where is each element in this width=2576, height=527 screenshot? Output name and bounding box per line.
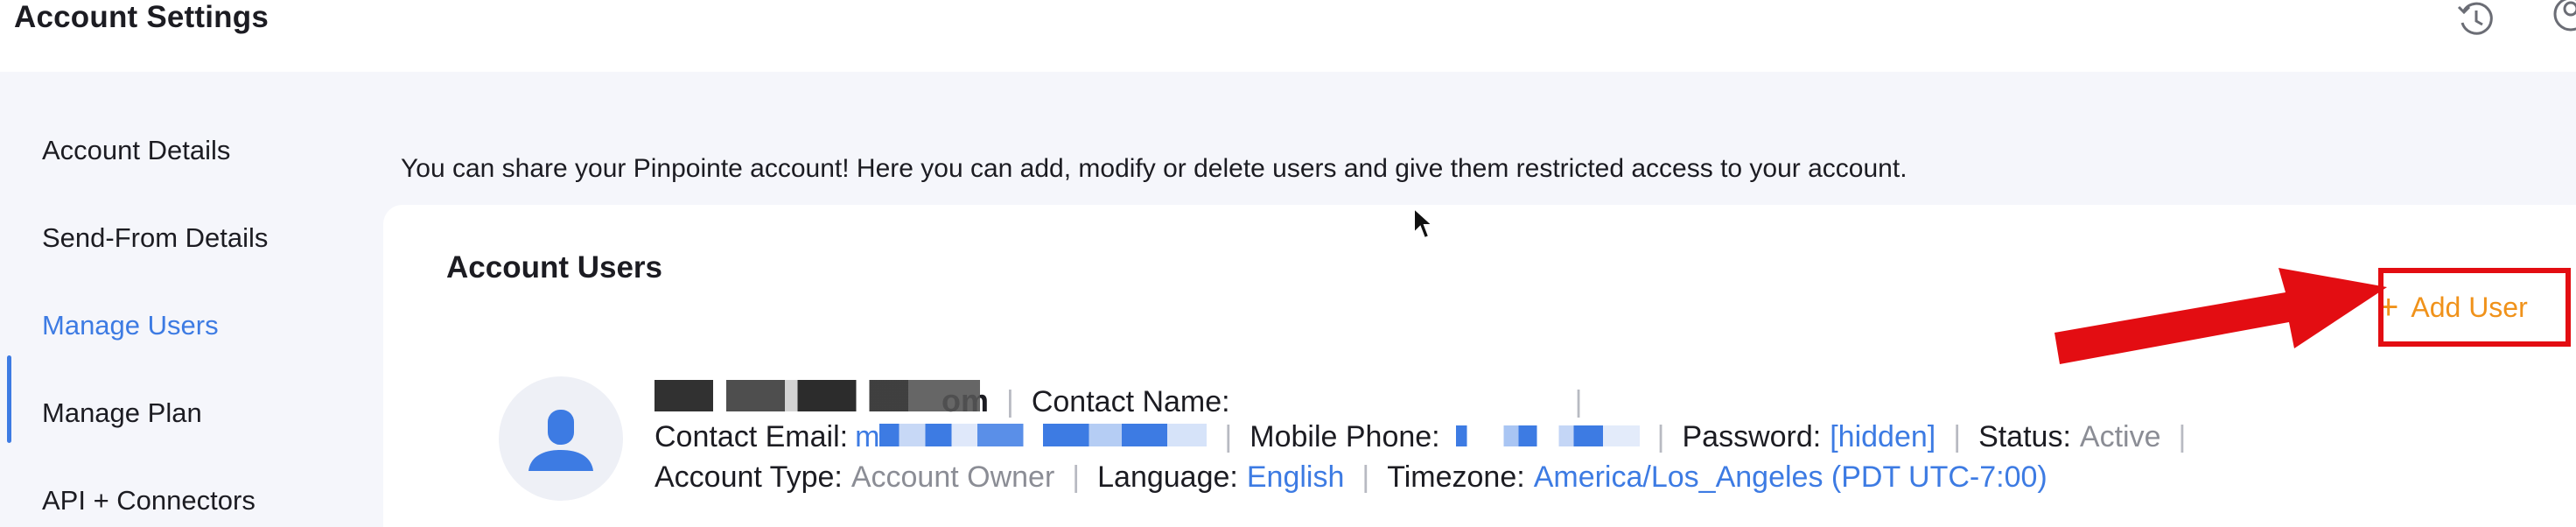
contact-email-prefix[interactable]: m (855, 420, 879, 454)
mouse-cursor-icon (1413, 207, 1433, 240)
profile-icon[interactable] (2550, 0, 2576, 39)
contact-name-label: Contact Name: (1031, 385, 1230, 418)
password-link[interactable]: [hidden] (1830, 420, 1936, 454)
sidebar-item-api-connectors[interactable]: API + Connectors (42, 485, 256, 516)
account-users-card: Account Users + Add User om | Contact Na… (383, 205, 2576, 527)
user-line-2: Contact Email: m | Mobile Phone: | Passw… (654, 420, 2203, 454)
account-type-value: Account Owner (850, 460, 1055, 494)
language-label: Language: (1097, 460, 1238, 494)
annotation-arrow (2054, 268, 2387, 364)
user-line-3: Account Type: Account Owner | Language: … (654, 460, 2048, 495)
user-line-1: om | Contact Name: | (654, 380, 1600, 419)
separator: | (1362, 460, 1370, 494)
active-indicator (7, 355, 11, 443)
contact-email-label: Contact Email: (654, 420, 849, 453)
separator: | (1574, 385, 1583, 418)
add-user-label: Add User (2411, 291, 2528, 323)
add-user-button[interactable]: + Add User (2378, 268, 2571, 347)
page-title: Account Settings (14, 0, 269, 34)
intro-text: You can share your Pinpointe account! He… (401, 154, 1908, 183)
sidebar-item-account-details[interactable]: Account Details (42, 135, 230, 166)
card-title: Account Users (446, 250, 663, 285)
user-icon (528, 410, 593, 471)
sidebar-item-manage-users[interactable]: Manage Users (42, 310, 219, 341)
timezone-label: Timezone: (1387, 460, 1525, 494)
separator: | (1072, 460, 1081, 494)
contact-name-value (1230, 382, 1558, 411)
sidebar-item-manage-plan[interactable]: Manage Plan (42, 397, 202, 429)
separator: | (2178, 420, 2187, 453)
account-type-label: Account Type: (654, 460, 843, 494)
avatar (499, 376, 623, 501)
status-value: Active (2079, 420, 2161, 453)
contact-email-masked (879, 424, 1208, 446)
password-label: Password: (1682, 420, 1822, 453)
masked-email (654, 380, 980, 411)
status-label: Status: (1978, 420, 2071, 453)
separator: | (1656, 420, 1665, 453)
plus-icon: + (2378, 288, 2399, 327)
separator: | (1224, 420, 1233, 453)
mobile-phone-masked (1455, 425, 1640, 446)
sidebar-item-send-from-details[interactable]: Send-From Details (42, 222, 268, 254)
mobile-phone-label: Mobile Phone: (1250, 420, 1440, 453)
language-link[interactable]: English (1247, 460, 1345, 495)
separator: | (1006, 385, 1014, 418)
separator: | (1953, 420, 1962, 453)
top-bar: Account Settings (0, 0, 2576, 72)
history-icon[interactable] (2455, 0, 2496, 39)
timezone-link[interactable]: America/Los_Angeles (PDT UTC-7:00) (1534, 460, 2048, 495)
sidebar: Account Details Send-From Details Manage… (0, 72, 383, 527)
